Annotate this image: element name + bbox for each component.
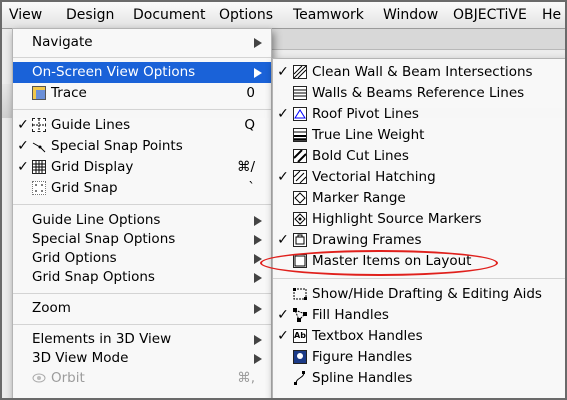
menu-separator bbox=[13, 324, 271, 325]
checkmark-icon: ✓ bbox=[277, 106, 289, 122]
orbit-icon bbox=[32, 371, 46, 385]
menu-item-spline-handles[interactable]: Spline Handles bbox=[273, 368, 565, 389]
menu-separator bbox=[13, 204, 271, 205]
menu-item-roof-pivot-lines[interactable]: ✓ Roof Pivot Lines bbox=[273, 104, 565, 125]
menu-item-marker-range[interactable]: Marker Range bbox=[273, 188, 565, 209]
menu-document[interactable]: Document bbox=[126, 2, 213, 28]
submenu-arrow-icon bbox=[254, 38, 262, 48]
master-items-icon bbox=[293, 254, 307, 268]
checkmark-icon: ✓ bbox=[277, 64, 289, 80]
trace-icon bbox=[32, 86, 46, 100]
checkmark-icon: ✓ bbox=[277, 328, 289, 344]
submenu-arrow-icon bbox=[254, 254, 262, 264]
menu-help[interactable]: He bbox=[535, 2, 565, 28]
clean-wall-icon bbox=[293, 65, 307, 79]
menu-item-orbit[interactable]: Orbit ⌘, bbox=[13, 368, 271, 389]
menu-bar: View Design Document Options Teamwork Wi… bbox=[2, 2, 565, 29]
menu-item-walls-beams-reference-lines[interactable]: Walls & Beams Reference Lines bbox=[273, 83, 565, 104]
submenu-arrow-icon bbox=[254, 68, 262, 78]
roof-pivot-icon bbox=[293, 107, 307, 121]
menu-item-elements-in-3d-view[interactable]: Elements in 3D View bbox=[13, 329, 271, 350]
menu-item-on-screen-view-options[interactable]: On-Screen View Options bbox=[13, 62, 271, 83]
drawing-frame-icon bbox=[293, 233, 307, 247]
menu-item-trace[interactable]: Trace 0 bbox=[13, 83, 271, 104]
grid-snap-icon bbox=[32, 181, 46, 195]
hatching-icon bbox=[293, 170, 307, 184]
marker-range-icon bbox=[293, 191, 307, 205]
menu-separator bbox=[13, 109, 271, 110]
bold-cut-icon bbox=[293, 149, 307, 163]
menu-item-grid-snap-options[interactable]: Grid Snap Options bbox=[13, 267, 271, 288]
menu-item-show-hide-drafting-editing-aids[interactable]: Show/Hide Drafting & Editing Aids bbox=[273, 284, 565, 305]
menu-separator bbox=[13, 293, 271, 294]
app-window: View Design Document Options Teamwork Wi… bbox=[2, 2, 565, 398]
menu-item-special-snap-options[interactable]: Special Snap Options bbox=[13, 229, 271, 250]
fill-handles-icon bbox=[293, 308, 307, 322]
menu-item-vectorial-hatching[interactable]: ✓ Vectorial Hatching bbox=[273, 167, 565, 188]
menu-item-highlight-source-markers[interactable]: Highlight Source Markers bbox=[273, 209, 565, 230]
menu-item-textbox-handles[interactable]: ✓ Ab Textbox Handles bbox=[273, 326, 565, 347]
menu-item-fill-handles[interactable]: ✓ Fill Handles bbox=[273, 305, 565, 326]
reference-lines-icon bbox=[293, 86, 307, 100]
menu-view[interactable]: View bbox=[2, 2, 49, 28]
menu-options[interactable]: Options bbox=[212, 2, 280, 28]
view-menu: Navigate On-Screen View Options Trace 0 … bbox=[12, 28, 272, 398]
menu-item-guide-line-options[interactable]: Guide Line Options bbox=[13, 210, 271, 231]
menu-separator bbox=[273, 278, 565, 279]
menu-separator bbox=[13, 57, 271, 58]
menu-objective[interactable]: OBJECTiVE bbox=[446, 2, 534, 28]
menu-item-clean-wall-beam-intersections[interactable]: ✓ Clean Wall & Beam Intersections bbox=[273, 62, 565, 83]
grid-icon bbox=[32, 160, 46, 174]
submenu-arrow-icon bbox=[254, 335, 262, 345]
menu-teamwork[interactable]: Teamwork bbox=[286, 2, 371, 28]
drafting-aids-icon bbox=[293, 287, 307, 301]
source-marker-icon bbox=[293, 212, 307, 226]
menu-item-bold-cut-lines[interactable]: Bold Cut Lines bbox=[273, 146, 565, 167]
guide-lines-icon bbox=[32, 118, 46, 132]
background-toolbar bbox=[272, 29, 565, 50]
checkmark-icon: ✓ bbox=[277, 169, 289, 185]
checkmark-icon: ✓ bbox=[17, 138, 29, 154]
snap-points-icon bbox=[32, 139, 46, 153]
submenu-arrow-icon bbox=[254, 216, 262, 226]
spline-handles-icon bbox=[293, 371, 307, 385]
submenu-arrow-icon bbox=[254, 304, 262, 314]
menu-design[interactable]: Design bbox=[59, 2, 121, 28]
line-weight-icon bbox=[293, 128, 307, 142]
checkmark-icon: ✓ bbox=[17, 117, 29, 133]
submenu-arrow-icon bbox=[254, 354, 262, 364]
menu-window[interactable]: Window bbox=[376, 2, 445, 28]
menu-item-grid-snap[interactable]: Grid Snap ` bbox=[13, 178, 271, 199]
menu-item-master-items-on-layout[interactable]: Master Items on Layout bbox=[273, 251, 565, 272]
menu-item-zoom[interactable]: Zoom bbox=[13, 298, 271, 319]
menu-item-figure-handles[interactable]: Figure Handles bbox=[273, 347, 565, 368]
checkmark-icon: ✓ bbox=[277, 232, 289, 248]
on-screen-view-options-submenu: ✓ Clean Wall & Beam Intersections Walls … bbox=[272, 58, 565, 398]
checkmark-icon: ✓ bbox=[17, 159, 29, 175]
menu-item-drawing-frames[interactable]: ✓ Drawing Frames bbox=[273, 230, 565, 251]
figure-handles-icon bbox=[293, 350, 307, 364]
submenu-arrow-icon bbox=[254, 273, 262, 283]
menu-item-navigate[interactable]: Navigate bbox=[13, 32, 271, 53]
checkmark-icon: ✓ bbox=[277, 307, 289, 323]
textbox-handles-icon: Ab bbox=[293, 329, 307, 343]
menu-item-special-snap-points[interactable]: ✓ Special Snap Points bbox=[13, 136, 271, 157]
menu-item-3d-view-mode[interactable]: 3D View Mode bbox=[13, 348, 271, 369]
menu-item-true-line-weight[interactable]: True Line Weight bbox=[273, 125, 565, 146]
submenu-arrow-icon bbox=[254, 235, 262, 245]
menu-item-grid-display[interactable]: ✓ Grid Display ⌘/ bbox=[13, 157, 271, 178]
menu-item-grid-options[interactable]: Grid Options bbox=[13, 248, 271, 269]
menu-item-guide-lines[interactable]: ✓ Guide Lines Q bbox=[13, 115, 271, 136]
